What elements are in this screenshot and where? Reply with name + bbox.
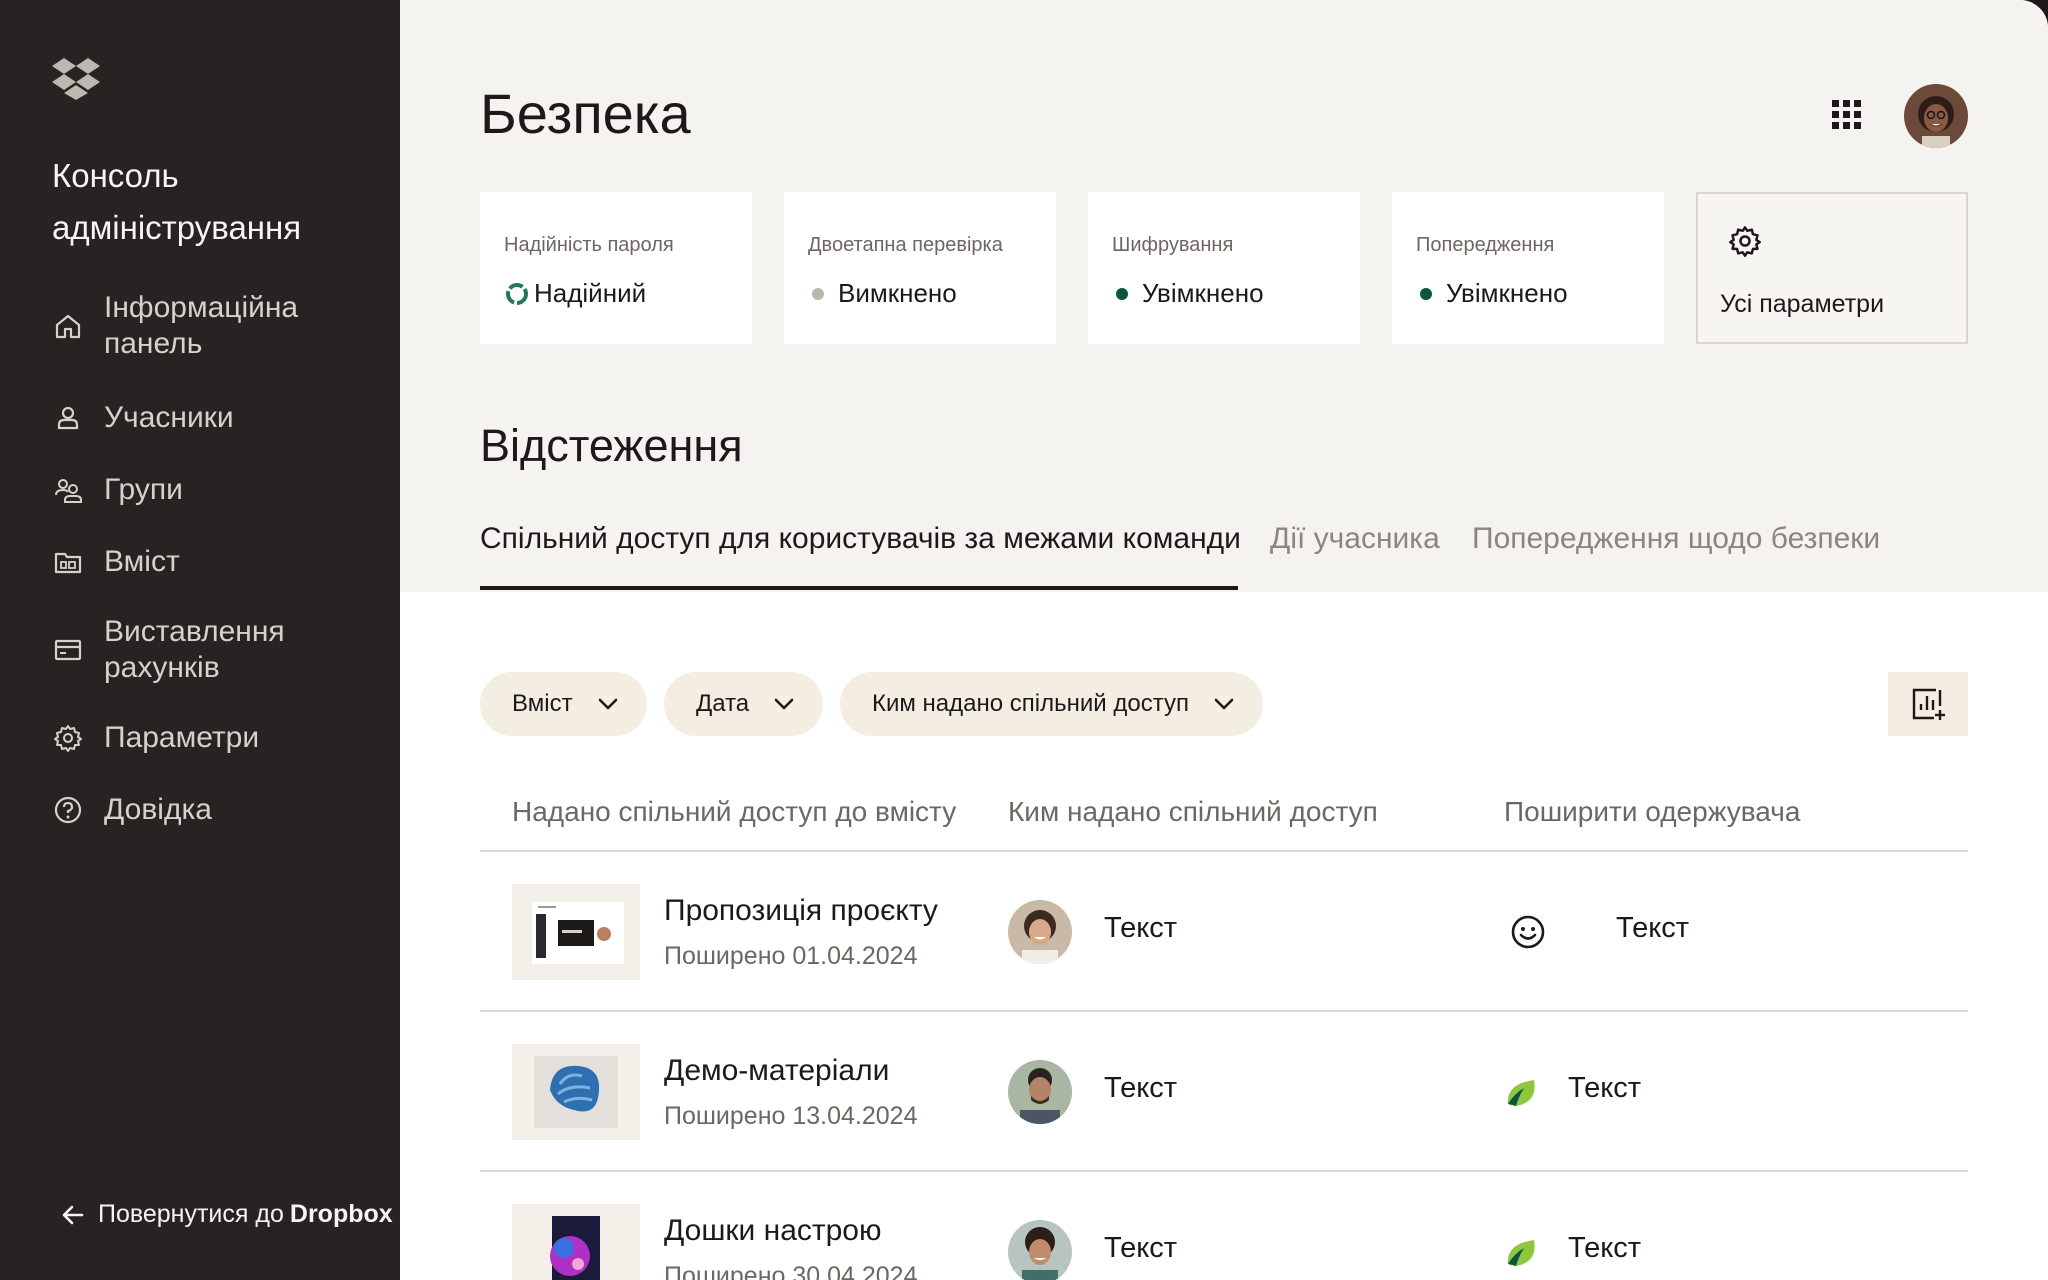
- status-dot: [812, 287, 824, 300]
- sidebar-item-members[interactable]: Учасники: [52, 400, 234, 436]
- table-divider: [480, 1010, 1968, 1012]
- section-title: Відстеження: [480, 420, 743, 471]
- card-label: Шифрування: [1112, 234, 1234, 256]
- chevron-down-icon: [1214, 698, 1234, 710]
- sidebar-item-label: Довідка: [104, 793, 212, 826]
- dropbox-logo-icon[interactable]: [52, 56, 100, 100]
- sidebar-item-label: Вміст: [104, 545, 180, 578]
- filter-label: Дата: [696, 690, 750, 717]
- export-report-button[interactable]: [1888, 672, 1968, 736]
- back-link-brand: Dropbox: [289, 1200, 393, 1228]
- file-thumbnail: [512, 1044, 640, 1140]
- tab-external-sharing[interactable]: Спільний доступ для користувачів за межа…: [480, 522, 1241, 556]
- status-dot: [1420, 287, 1432, 300]
- sidebar: Консоль адміністрування Інформаційна пан…: [0, 0, 400, 1280]
- sidebar-item-label: Учасники: [104, 401, 234, 434]
- filter-date[interactable]: Дата: [664, 672, 824, 736]
- sharer-name: Текст: [1104, 912, 1178, 944]
- recipient-name: Текст: [1616, 912, 1690, 944]
- password-strength-card[interactable]: Надійність пароля Надійний: [480, 192, 752, 344]
- card-value: Надійний: [504, 278, 646, 309]
- user-avatar[interactable]: [1904, 84, 1968, 148]
- sharer-avatar: [1008, 1220, 1072, 1280]
- sidebar-item-settings[interactable]: Параметри: [52, 720, 259, 756]
- sharer-avatar: [1008, 900, 1072, 964]
- two-step-verification-card[interactable]: Двоетапна перевірка Вимкнено: [784, 192, 1056, 344]
- file-date: Поширено 13.04.2024: [664, 1102, 918, 1130]
- back-to-dropbox-link[interactable]: Повернутися до Dropbox: [60, 1200, 393, 1229]
- billing-icon: [52, 634, 84, 666]
- file-date: Поширено 01.04.2024: [664, 942, 918, 970]
- arrow-left-icon: [62, 1205, 84, 1224]
- strength-ring-icon: [506, 282, 528, 305]
- card-value: Увімкнено: [1416, 278, 1568, 309]
- file-title[interactable]: Дошки настрою: [664, 1214, 882, 1248]
- file-title[interactable]: Демо-матеріали: [664, 1054, 889, 1088]
- card-value-text: Надійний: [534, 278, 647, 308]
- sharer-name: Текст: [1104, 1072, 1178, 1104]
- recipient-name: Текст: [1568, 1232, 1642, 1264]
- card-value-text: Увімкнено: [1446, 278, 1568, 308]
- sidebar-item-label: Інформаційна панель: [104, 291, 299, 360]
- tab-security-alerts[interactable]: Попередження щодо безпеки: [1472, 522, 1880, 556]
- back-link-text: Повернутися до: [98, 1200, 284, 1228]
- card-value-text: Вимкнено: [838, 278, 957, 308]
- sharer-avatar: [1008, 1060, 1072, 1124]
- table-divider: [480, 850, 1968, 852]
- chevron-down-icon: [598, 698, 617, 710]
- chevron-down-icon: [774, 698, 794, 710]
- all-settings-card[interactable]: Усі параметри: [1696, 192, 1968, 344]
- active-tab-indicator: [480, 586, 1238, 590]
- column-header-shared-by: Ким надано спільний доступ: [1008, 796, 1378, 827]
- card-value: Увімкнено: [1112, 278, 1264, 309]
- card-value: Вимкнено: [808, 278, 957, 309]
- alerts-card[interactable]: Попередження Увімкнено: [1392, 192, 1664, 344]
- sidebar-item-label: Виставлення рахунків: [104, 615, 285, 684]
- card-label: Надійність пароля: [504, 234, 674, 256]
- group-icon: [52, 474, 84, 506]
- sidebar-item-content[interactable]: Вміст: [52, 544, 180, 580]
- home-icon: [52, 310, 84, 342]
- sidebar-item-billing[interactable]: Виставлення рахунків: [52, 614, 334, 686]
- card-label: Попередження: [1416, 234, 1555, 256]
- column-header-content: Надано спільний доступ до вмісту: [512, 796, 957, 827]
- content-icon: [52, 546, 84, 578]
- sidebar-item-dashboard[interactable]: Інформаційна панель: [52, 290, 334, 362]
- smiley-icon: [1511, 915, 1545, 949]
- filter-content[interactable]: Вміст: [480, 672, 647, 736]
- sidebar-item-help[interactable]: Довідка: [52, 792, 212, 828]
- all-settings-label: Усі параметри: [1720, 290, 1885, 318]
- help-icon: [52, 794, 84, 826]
- filter-label: Ким надано спільний доступ: [872, 690, 1189, 717]
- column-header-recipient: Поширити одержувача: [1504, 796, 1801, 827]
- encryption-card[interactable]: Шифрування Увімкнено: [1088, 192, 1360, 344]
- table-divider: [480, 1170, 1968, 1172]
- sidebar-item-groups[interactable]: Групи: [52, 472, 183, 508]
- page-title: Безпека: [480, 82, 691, 145]
- card-value-text: Увімкнено: [1142, 278, 1264, 308]
- leaf-logo-icon: [1507, 1080, 1535, 1106]
- main-panel: Безпека Надійність пароля Надійний Двоет…: [400, 0, 2048, 1280]
- recipient-name: Текст: [1568, 1072, 1642, 1104]
- status-dot: [1116, 287, 1128, 300]
- person-icon: [52, 402, 84, 434]
- file-title[interactable]: Пропозиція проєкту: [664, 894, 938, 928]
- sidebar-item-label: Групи: [104, 473, 183, 506]
- file-date: Поширено 30.04.2024: [664, 1262, 918, 1280]
- filter-shared-by[interactable]: Ким надано спільний доступ: [840, 672, 1263, 736]
- sharer-name: Текст: [1104, 1232, 1178, 1264]
- card-label: Двоетапна перевірка: [808, 234, 1003, 256]
- file-thumbnail: [512, 1204, 640, 1280]
- chart-add-icon: [1912, 688, 1945, 720]
- file-thumbnail: [512, 884, 640, 980]
- gear-icon: [1729, 226, 1761, 257]
- leaf-logo-icon: [1507, 1240, 1535, 1266]
- app-grid-icon[interactable]: [1830, 98, 1864, 132]
- tab-member-actions[interactable]: Дії учасника: [1270, 522, 1440, 556]
- gear-icon: [52, 722, 84, 754]
- sidebar-item-label: Параметри: [104, 721, 260, 754]
- console-title: Консоль адміністрування: [52, 157, 302, 246]
- filter-label: Вміст: [512, 690, 573, 717]
